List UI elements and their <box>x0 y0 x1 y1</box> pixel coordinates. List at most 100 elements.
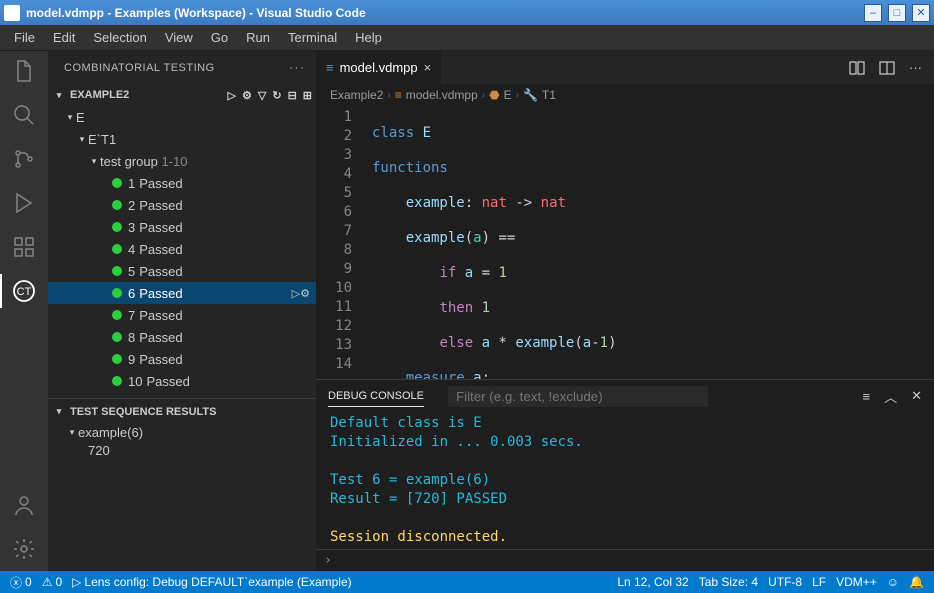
status-lens[interactable]: ▷ Lens config: Debug DEFAULT`example (Ex… <box>72 575 351 589</box>
chevron-up-icon[interactable]: ︿ <box>884 387 897 406</box>
test-row[interactable]: 2Passed <box>48 194 316 216</box>
status-lang[interactable]: VDM++ <box>836 575 877 589</box>
menu-run[interactable]: Run <box>238 28 278 47</box>
close-panel-icon[interactable]: ✕ <box>911 388 922 404</box>
status-errors[interactable]: ⓧ 0 <box>10 574 32 591</box>
tree-group[interactable]: ▾test group 1-10 <box>48 150 316 172</box>
goto-icon[interactable]: ▷⚙ <box>292 287 310 300</box>
tab-model[interactable]: ≡ model.vdmpp × <box>316 51 442 84</box>
status-encoding[interactable]: UTF-8 <box>768 575 802 589</box>
status-warnings[interactable]: ⚠ 0 <box>42 575 62 589</box>
test-row[interactable]: 10Passed <box>48 370 316 392</box>
status-feedback-icon[interactable]: ☺ <box>887 575 899 589</box>
menu-go[interactable]: Go <box>203 28 236 47</box>
method-icon: 🔧 <box>523 88 538 102</box>
bc-folder[interactable]: Example2 <box>330 88 383 102</box>
panel-tab-debug-console[interactable]: DEBUG CONSOLE <box>328 386 424 407</box>
close-button[interactable]: ✕ <box>912 4 930 22</box>
explorer-icon[interactable] <box>12 59 36 83</box>
settings-gear-icon[interactable] <box>12 537 36 561</box>
section-label: EXAMPLE2 <box>70 89 224 101</box>
result-row[interactable]: ▾example(6) <box>48 421 316 443</box>
menu-view[interactable]: View <box>157 28 201 47</box>
pass-dot-icon <box>112 178 122 188</box>
extensions-icon[interactable] <box>12 235 36 259</box>
sidebar-more-icon[interactable]: ··· <box>289 62 306 74</box>
status-bell-icon[interactable]: 🔔 <box>909 575 924 589</box>
menu-terminal[interactable]: Terminal <box>280 28 345 47</box>
test-row[interactable]: 3Passed <box>48 216 316 238</box>
accounts-icon[interactable] <box>12 493 36 517</box>
menu-help[interactable]: Help <box>347 28 390 47</box>
editor-area: ≡ model.vdmpp × ··· Example2 › ≡ model.vdm… <box>316 51 934 571</box>
source-control-icon[interactable] <box>12 147 36 171</box>
code-editor[interactable]: 1234567891011121314 class E functions ex… <box>316 106 934 379</box>
status-cursor[interactable]: Ln 12, Col 32 <box>617 575 688 589</box>
menu-file[interactable]: File <box>6 28 43 47</box>
search-icon[interactable] <box>12 103 36 127</box>
results-tree: ▾example(6) 720 <box>48 421 316 458</box>
pass-dot-icon <box>112 354 122 364</box>
run-icon[interactable]: ▷ <box>228 89 236 102</box>
menubar: File Edit Selection View Go Run Terminal… <box>0 25 934 51</box>
tree-trace[interactable]: ▾E`T1 <box>48 128 316 150</box>
test-row[interactable]: 5Passed <box>48 260 316 282</box>
window-titlebar: model.vdmpp - Examples (Workspace) - Vis… <box>0 0 934 25</box>
tree-root[interactable]: ▾E <box>48 106 316 128</box>
more-icon[interactable]: ··· <box>909 60 922 75</box>
chevron-down-icon: ▾ <box>76 134 88 145</box>
status-tabsize[interactable]: Tab Size: 4 <box>699 575 758 589</box>
combinatorial-testing-icon[interactable]: CT <box>12 279 36 303</box>
test-row[interactable]: 4Passed <box>48 238 316 260</box>
gear-icon[interactable]: ⚙ <box>242 89 252 102</box>
sidebar-header: COMBINATORIAL TESTING ··· <box>48 51 316 84</box>
editor-tabbar: ≡ model.vdmpp × ··· <box>316 51 934 84</box>
test-row[interactable]: 7Passed <box>48 304 316 326</box>
section-label: TEST SEQUENCE RESULTS <box>70 406 312 418</box>
line-gutter: 1234567891011121314 <box>316 106 364 379</box>
chevron-down-icon: ▾ <box>88 156 100 167</box>
chevron-down-icon: ▾ <box>52 90 66 101</box>
bc-class[interactable]: E <box>504 88 512 102</box>
close-icon[interactable]: × <box>424 60 432 75</box>
pass-dot-icon <box>112 288 122 298</box>
menu-selection[interactable]: Selection <box>85 28 154 47</box>
chevron-down-icon: ▾ <box>52 406 66 417</box>
file-icon: ≡ <box>395 88 402 102</box>
refresh-icon[interactable]: ↻ <box>272 89 281 102</box>
minimize-button[interactable]: – <box>864 4 882 22</box>
bc-method[interactable]: T1 <box>542 88 556 102</box>
code-content[interactable]: class E functions example: nat -> nat ex… <box>364 106 920 379</box>
maximize-button[interactable]: □ <box>888 4 906 22</box>
breadcrumb[interactable]: Example2› ≡model.vdmpp› ⬣E› 🔧T1 <box>316 84 934 106</box>
expand-icon[interactable]: ⊞ <box>303 89 312 102</box>
test-row[interactable]: 9Passed <box>48 348 316 370</box>
menu-edit[interactable]: Edit <box>45 28 83 47</box>
status-eol[interactable]: LF <box>812 575 826 589</box>
collapse-icon[interactable]: ⊟ <box>288 89 297 102</box>
filter-icon[interactable]: ▽ <box>258 89 266 102</box>
result-value: 720 <box>48 443 316 458</box>
svg-text:CT: CT <box>17 286 32 298</box>
run-debug-icon[interactable] <box>12 191 36 215</box>
minimap[interactable] <box>920 106 934 379</box>
test-row-selected[interactable]: 6Passed▷⚙ <box>48 282 316 304</box>
console-filter-input[interactable] <box>448 386 708 407</box>
statusbar: ⓧ 0 ⚠ 0 ▷ Lens config: Debug DEFAULT`exa… <box>0 571 934 593</box>
chevron-down-icon: ▾ <box>66 427 78 438</box>
section-example2[interactable]: ▾ EXAMPLE2 ▷ ⚙ ▽ ↻ ⊟ ⊞ <box>48 84 316 106</box>
test-row[interactable]: 1Passed <box>48 172 316 194</box>
class-icon: ⬣ <box>489 88 499 102</box>
pass-dot-icon <box>112 310 122 320</box>
pass-dot-icon <box>112 244 122 254</box>
split-icon[interactable] <box>879 60 895 76</box>
vscode-icon <box>4 5 20 21</box>
bc-file[interactable]: model.vdmpp <box>406 88 478 102</box>
section-results[interactable]: ▾ TEST SEQUENCE RESULTS <box>48 398 316 421</box>
debug-console-output[interactable]: Default class is E Initialized in ... 0.… <box>316 412 934 549</box>
console-input[interactable]: › <box>316 549 934 571</box>
word-wrap-icon[interactable]: ≡ <box>862 389 870 404</box>
compare-icon[interactable] <box>849 60 865 76</box>
test-row[interactable]: 8Passed <box>48 326 316 348</box>
test-tree: ▾E ▾E`T1 ▾test group 1-10 1Passed 2Passe… <box>48 106 316 392</box>
